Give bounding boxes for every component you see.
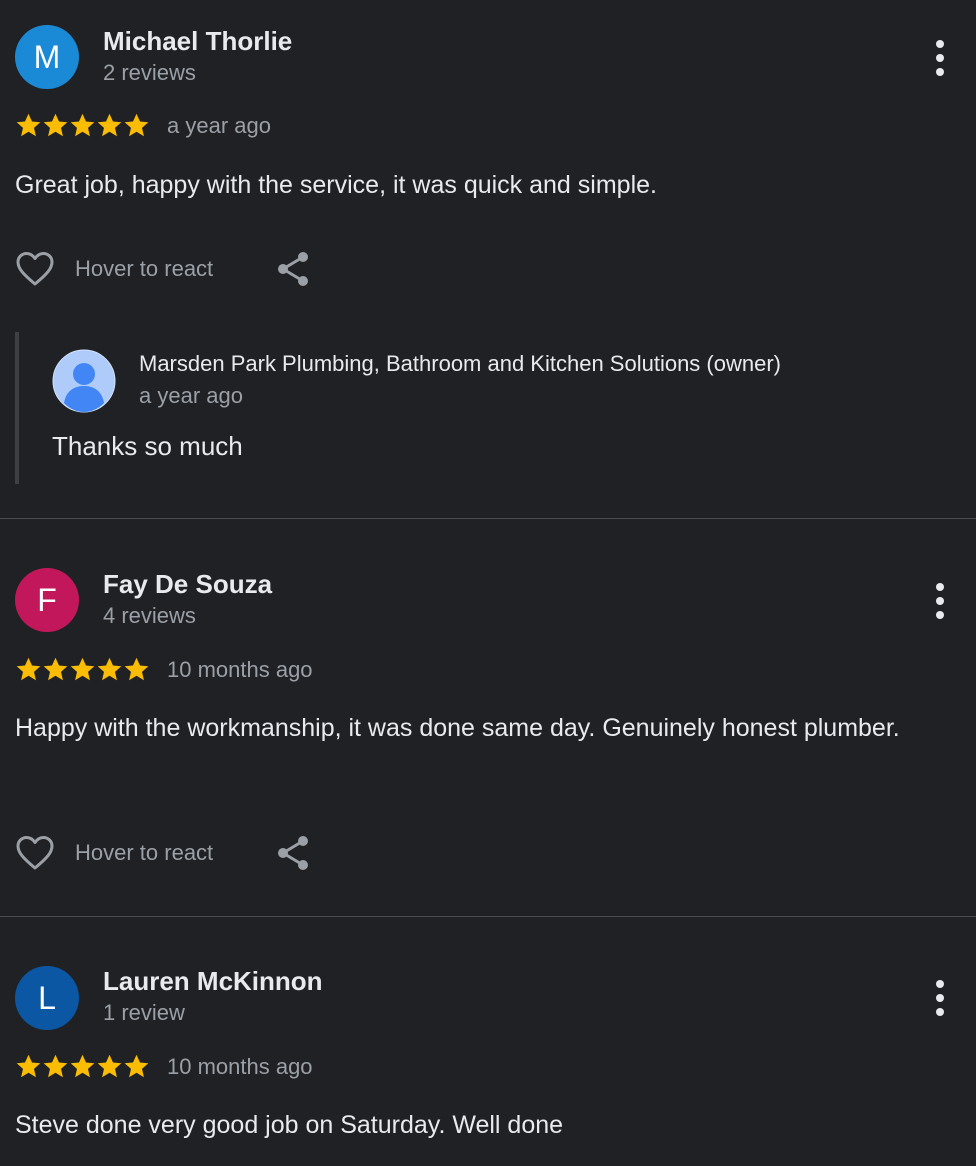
review-actions: Hover to react (15, 834, 311, 872)
star-icon (123, 112, 150, 139)
reviewer-name[interactable]: Fay De Souza (103, 569, 272, 600)
heart-icon[interactable] (15, 251, 55, 287)
heart-icon[interactable] (15, 835, 55, 871)
star-icon (69, 112, 96, 139)
avatar[interactable]: L (15, 966, 79, 1030)
review-count[interactable]: 4 reviews (103, 603, 196, 629)
star-icon (96, 1053, 123, 1080)
star-rating (15, 112, 150, 139)
star-icon (42, 656, 69, 683)
rating: 10 months ago (15, 1053, 313, 1080)
star-icon (96, 112, 123, 139)
rating: 10 months ago (15, 656, 313, 683)
more-options-button[interactable] (930, 583, 950, 619)
more-options-button[interactable] (930, 980, 950, 1016)
owner-reply-time: a year ago (139, 383, 243, 408)
review-card: M Michael Thorlie 2 reviews a year ago G… (0, 0, 976, 519)
star-icon (69, 1053, 96, 1080)
review-text: Steve done very good job on Saturday. We… (15, 1111, 564, 1139)
more-options-button[interactable] (930, 40, 950, 76)
owner-avatar-icon[interactable] (52, 349, 116, 413)
avatar[interactable]: M (15, 25, 79, 89)
star-rating (15, 1053, 150, 1080)
review-count[interactable]: 1 review (103, 1000, 185, 1026)
review-time: 10 months ago (167, 656, 313, 682)
review-card: F Fay De Souza 4 reviews 10 months ago H… (0, 519, 976, 917)
reviewer-name[interactable]: Lauren McKinnon (103, 966, 323, 997)
avatar[interactable]: F (15, 568, 79, 632)
owner-reply-text: Thanks so much (52, 431, 243, 461)
review-time: 10 months ago (167, 1053, 313, 1079)
star-rating (15, 656, 150, 683)
reviewer-name[interactable]: Michael Thorlie (103, 26, 292, 57)
star-icon (15, 1053, 42, 1080)
share-icon[interactable] (275, 250, 311, 288)
owner-reply: Marsden Park Plumbing, Bathroom and Kitc… (15, 332, 949, 484)
review-time: a year ago (167, 112, 271, 138)
star-icon (69, 656, 96, 683)
rating: a year ago (15, 112, 271, 139)
review-text: Great job, happy with the service, it wa… (15, 171, 657, 199)
star-icon (123, 656, 150, 683)
react-button[interactable]: Hover to react (75, 256, 213, 282)
share-icon[interactable] (275, 834, 311, 872)
star-icon (42, 1053, 69, 1080)
react-button[interactable]: Hover to react (75, 840, 213, 866)
star-icon (15, 112, 42, 139)
star-icon (42, 112, 69, 139)
review-card: L Lauren McKinnon 1 review 10 months ago… (0, 917, 976, 1166)
review-count[interactable]: 2 reviews (103, 60, 196, 86)
review-text: Happy with the workmanship, it was done … (15, 714, 900, 742)
star-icon (123, 1053, 150, 1080)
owner-name[interactable]: Marsden Park Plumbing, Bathroom and Kitc… (139, 351, 781, 377)
star-icon (96, 656, 123, 683)
review-actions: Hover to react (15, 250, 311, 288)
star-icon (15, 656, 42, 683)
